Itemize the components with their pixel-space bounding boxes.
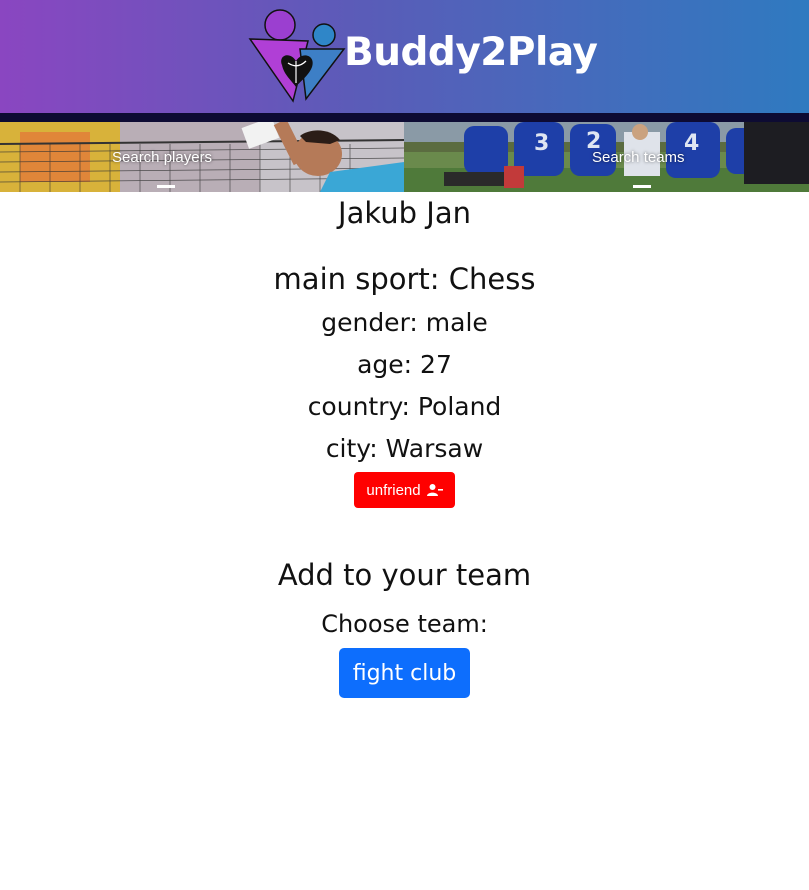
site-header: Buddy2Play: [0, 0, 809, 113]
player-gender: gender: male: [321, 308, 488, 337]
person-remove-icon: [426, 484, 443, 496]
player-profile: Jakub Jan main sport: Chess gender: male…: [0, 192, 809, 698]
brand-logo-icon[interactable]: [248, 5, 346, 103]
unfriend-label: unfriend: [366, 481, 421, 499]
tab-search-players[interactable]: Search players: [0, 122, 404, 192]
player-city: city: Warsaw: [325, 434, 484, 463]
player-name: Jakub Jan: [338, 196, 471, 230]
team-fight-club-button[interactable]: fight club: [338, 648, 471, 698]
svg-text:3: 3: [534, 131, 549, 156]
main-sport: main sport: Chess: [273, 262, 536, 296]
tab-label: Search players: [112, 149, 213, 166]
add-to-team-heading: Add to your team: [277, 558, 532, 592]
choose-team-label: Choose team:: [321, 610, 488, 638]
tab-underline: [633, 185, 651, 188]
header-divider: [0, 113, 809, 122]
svg-text:4: 4: [684, 131, 699, 156]
player-age: age: 27: [357, 350, 452, 379]
brand-name[interactable]: Buddy2Play: [344, 30, 598, 75]
tab-underline: [157, 185, 175, 188]
player-country: country: Poland: [307, 392, 502, 421]
tab-search-teams[interactable]: 324 Search teams: [404, 122, 809, 192]
unfriend-button[interactable]: unfriend: [354, 472, 455, 508]
tab-label: Search teams: [592, 149, 685, 166]
